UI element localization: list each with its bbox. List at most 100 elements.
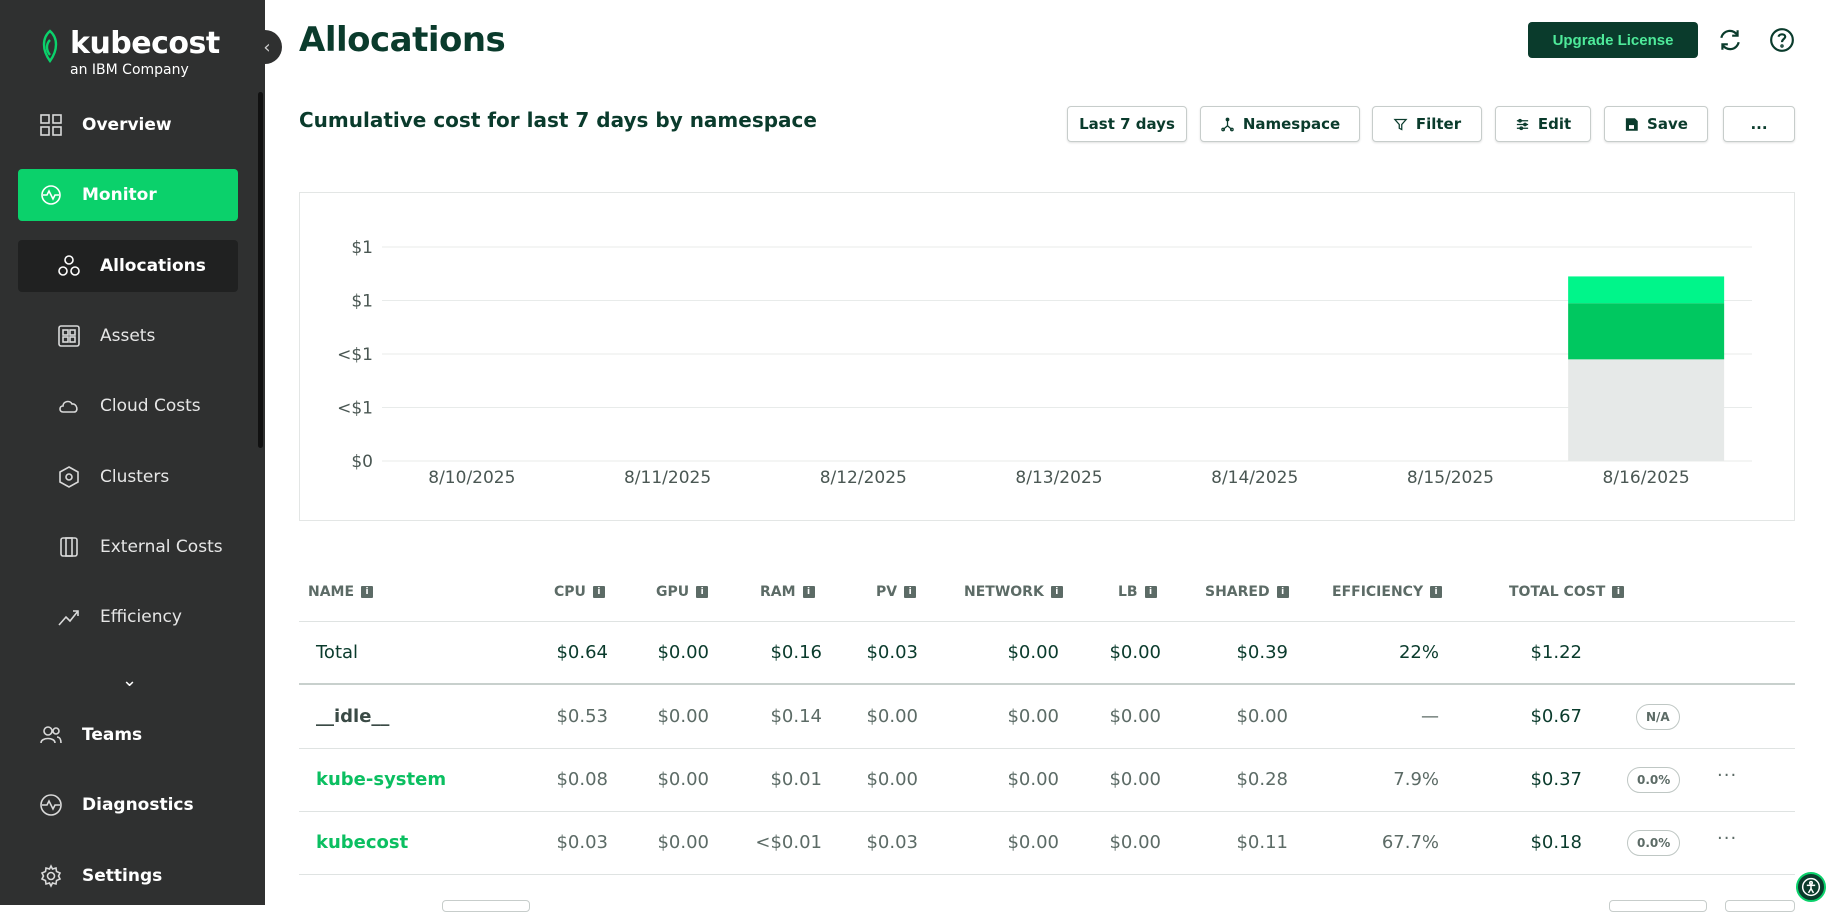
cell-shared: $0.39 bbox=[1236, 642, 1288, 663]
refresh-icon bbox=[1720, 29, 1740, 51]
more-options-label: ... bbox=[1750, 115, 1768, 133]
table-header: NAME i CPU i GPU i RAM i PV i NETWORK i LB i SH… bbox=[299, 570, 1795, 622]
sidebar-item-assets[interactable]: Assets bbox=[18, 310, 238, 362]
row-name[interactable]: kubecost bbox=[316, 832, 408, 853]
column-header-name[interactable]: NAME i bbox=[308, 584, 374, 600]
accessibility-button[interactable] bbox=[1796, 872, 1826, 902]
cell-shared: $0.28 bbox=[1236, 769, 1288, 790]
sidebar-item-label: Monitor bbox=[82, 185, 157, 205]
cell-gpu: $0.00 bbox=[657, 769, 709, 790]
cell-pv: $0.00 bbox=[866, 769, 918, 790]
row-name: Total bbox=[316, 642, 359, 663]
cell-network: $0.00 bbox=[1007, 706, 1059, 727]
sidebar-item-label: Settings bbox=[82, 866, 163, 886]
x-tick-label: 8/13/2025 bbox=[1015, 468, 1102, 488]
save-label: Save bbox=[1647, 115, 1688, 133]
cell-efficiency: — bbox=[1421, 706, 1439, 727]
sidebar-item-teams[interactable]: Teams bbox=[18, 709, 238, 761]
refresh-button[interactable] bbox=[1714, 24, 1746, 56]
cell-ram: $0.01 bbox=[770, 769, 822, 790]
sidebar-item-clusters[interactable]: Clusters bbox=[18, 451, 238, 503]
bar-segment[interactable] bbox=[1568, 303, 1725, 360]
bar-segment[interactable] bbox=[1568, 359, 1725, 461]
row-name[interactable]: kube-system bbox=[316, 769, 446, 790]
column-header-lb[interactable]: LB i bbox=[1118, 584, 1157, 600]
info-icon[interactable]: i bbox=[1612, 586, 1625, 598]
info-icon[interactable]: i bbox=[802, 586, 815, 598]
date-range-button[interactable]: Last 7 days bbox=[1067, 106, 1187, 142]
column-header-ram[interactable]: RAM i bbox=[760, 584, 815, 600]
filter-label: Filter bbox=[1415, 115, 1462, 133]
sidebar-item-monitor[interactable]: Monitor bbox=[18, 169, 238, 221]
sidebar-item-external-costs[interactable]: External Costs bbox=[18, 521, 238, 573]
row-more-icon[interactable]: ··· bbox=[1717, 765, 1737, 786]
pagination-control[interactable] bbox=[1725, 900, 1795, 912]
info-icon[interactable]: i bbox=[1276, 586, 1289, 598]
pagination-control[interactable] bbox=[442, 900, 530, 912]
cell-efficiency: 7.9% bbox=[1393, 769, 1439, 790]
cell-cpu: $0.64 bbox=[556, 642, 608, 663]
info-icon[interactable]: i bbox=[1050, 586, 1063, 598]
info-icon[interactable]: i bbox=[361, 586, 374, 598]
info-icon[interactable]: i bbox=[1144, 586, 1157, 598]
efficiency-badge: 0.0% bbox=[1627, 767, 1681, 793]
edit-button[interactable]: Edit bbox=[1495, 106, 1591, 142]
row-name: __idle__ bbox=[316, 706, 390, 727]
info-icon[interactable]: i bbox=[696, 586, 709, 598]
clusters-icon bbox=[56, 464, 82, 490]
kubecost-logo[interactable]: kubecost an IBM Company bbox=[38, 28, 220, 78]
column-header-pv[interactable]: PV i bbox=[876, 584, 917, 600]
brand-tagline: an IBM Company bbox=[70, 62, 189, 78]
report-subtitle: Cumulative cost for last 7 days by names… bbox=[299, 108, 817, 132]
sidebar-item-diagnostics[interactable]: Diagnostics bbox=[18, 779, 238, 831]
filter-button[interactable]: Filter bbox=[1372, 106, 1482, 142]
cell-efficiency: 22% bbox=[1398, 642, 1439, 663]
cell-pv: $0.03 bbox=[866, 832, 918, 853]
pagination-control[interactable] bbox=[1609, 900, 1707, 912]
column-header-shared[interactable]: SHARED i bbox=[1205, 584, 1289, 600]
sidebar-item-label: Assets bbox=[100, 326, 156, 346]
info-icon[interactable]: i bbox=[1430, 586, 1443, 598]
column-header-cpu[interactable]: CPU i bbox=[554, 584, 605, 600]
teams-icon bbox=[38, 722, 64, 748]
chevron-left-icon: ‹ bbox=[263, 36, 271, 58]
table-row[interactable]: kubecost $0.03 $0.00 <$0.01 $0.03 $0.00 $0.00 $… bbox=[299, 812, 1795, 875]
efficiency-badge: N/A bbox=[1636, 704, 1680, 730]
upgrade-license-button[interactable]: Upgrade License bbox=[1528, 22, 1698, 58]
assets-icon bbox=[56, 323, 82, 349]
cell-shared: $0.11 bbox=[1236, 832, 1288, 853]
sidebar-item-efficiency[interactable]: Efficiency bbox=[18, 591, 238, 643]
efficiency-badge: 0.0% bbox=[1627, 830, 1681, 856]
info-icon[interactable]: i bbox=[592, 586, 605, 598]
brand-name: kubecost bbox=[70, 26, 220, 61]
table-row[interactable]: kube-system $0.08 $0.00 $0.01 $0.00 $0.00 $0.0… bbox=[299, 749, 1795, 812]
collapse-sidebar-button[interactable]: ‹ bbox=[252, 30, 282, 64]
column-header-efficiency[interactable]: EFFICIENCY i bbox=[1332, 584, 1443, 600]
more-options-button[interactable]: ... bbox=[1723, 106, 1795, 142]
grid-icon bbox=[38, 112, 64, 138]
settings-icon bbox=[38, 863, 64, 889]
info-icon[interactable]: i bbox=[904, 586, 917, 598]
sidebar-item-settings[interactable]: Settings bbox=[18, 850, 238, 902]
y-tick-label: $0 bbox=[351, 452, 373, 472]
column-header-network[interactable]: NETWORK i bbox=[964, 584, 1063, 600]
x-tick-label: 8/11/2025 bbox=[624, 468, 711, 488]
efficiency-icon bbox=[56, 604, 82, 630]
aggregate-by-button[interactable]: Namespace bbox=[1200, 106, 1360, 142]
cell-network: $0.00 bbox=[1007, 769, 1059, 790]
sidebar-item-cloud-costs[interactable]: Cloud Costs bbox=[18, 380, 238, 432]
cell-gpu: $0.00 bbox=[657, 832, 709, 853]
sidebar-item-overview[interactable]: Overview bbox=[18, 99, 238, 151]
row-more-icon[interactable]: ··· bbox=[1717, 828, 1737, 849]
chevron-down-icon[interactable]: ⌄ bbox=[122, 670, 137, 691]
column-header-total-cost[interactable]: TOTAL COST i bbox=[1509, 584, 1625, 600]
save-button[interactable]: Save bbox=[1604, 106, 1708, 142]
sidebar-scrollbar[interactable] bbox=[258, 92, 263, 448]
cell-ram: <$0.01 bbox=[755, 832, 822, 853]
y-tick-label: $1 bbox=[351, 292, 373, 312]
bar-segment[interactable] bbox=[1568, 276, 1725, 304]
table-row[interactable]: __idle__ $0.53 $0.00 $0.14 $0.00 $0.00 $0.00 $0… bbox=[299, 686, 1795, 749]
sidebar-item-allocations[interactable]: Allocations bbox=[18, 240, 238, 292]
column-header-gpu[interactable]: GPU i bbox=[656, 584, 709, 600]
help-button[interactable] bbox=[1766, 24, 1798, 56]
